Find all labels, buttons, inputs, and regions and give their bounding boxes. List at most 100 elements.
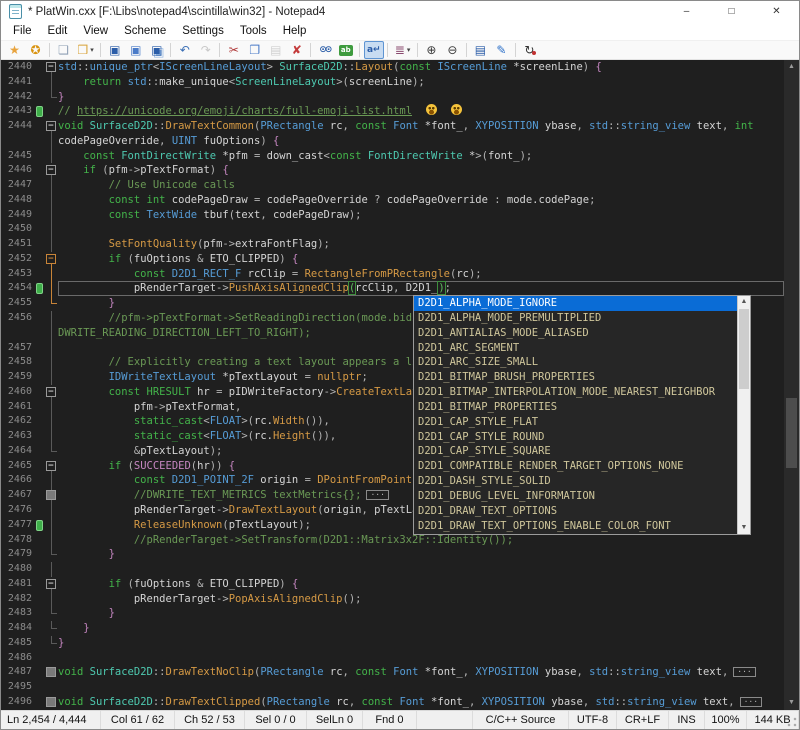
fold-margin[interactable] — [45, 311, 58, 326]
line-number[interactable]: 2459 — [1, 370, 35, 385]
bookmark-margin[interactable] — [35, 90, 45, 105]
autocomplete-item[interactable]: D2D1_ARC_SEGMENT — [414, 341, 737, 356]
bookmark-margin[interactable] — [35, 296, 45, 311]
fold-collapse-icon[interactable]: − — [46, 121, 56, 131]
zoom-out-button[interactable]: ⊖ — [442, 41, 462, 59]
add-favorite-button[interactable]: ★ — [5, 41, 25, 59]
menu-edit[interactable]: Edit — [40, 22, 76, 41]
bookmark-margin[interactable] — [35, 518, 45, 533]
code-line-2447[interactable]: 2447 // Use Unicode calls — [1, 178, 784, 193]
line-number[interactable]: 2454 — [1, 281, 35, 296]
bookmark-margin[interactable] — [35, 237, 45, 252]
bookmark-margin[interactable] — [35, 621, 45, 636]
code-line-2443[interactable]: 2443// https://unicode.org/emoji/charts/… — [1, 104, 784, 119]
menu-view[interactable]: View — [75, 22, 116, 41]
bookmark-margin[interactable] — [35, 281, 45, 296]
fold-margin[interactable] — [45, 178, 58, 193]
fold-margin[interactable] — [45, 488, 58, 503]
line-number[interactable]: 2441 — [1, 75, 35, 90]
bookmark-margin[interactable] — [35, 355, 45, 370]
menu-tools[interactable]: Tools — [232, 22, 275, 41]
zoom-in-button[interactable]: ⊕ — [421, 41, 441, 59]
fold-collapse-icon[interactable]: − — [46, 461, 56, 471]
scroll-down-arrow-icon[interactable]: ▼ — [784, 696, 799, 710]
status-zoom[interactable]: 100% — [705, 711, 747, 729]
paste-button[interactable]: ▤ — [266, 41, 286, 59]
code-line-2486[interactable]: 2486 — [1, 651, 784, 666]
bookmark-margin[interactable] — [35, 488, 45, 503]
undo-button[interactable]: ↶ — [175, 41, 195, 59]
bookmark-margin[interactable] — [35, 267, 45, 282]
line-number[interactable]: 2452 — [1, 252, 35, 267]
code-line-2449[interactable]: 2449 const TextWide tbuf(text, codePageD… — [1, 208, 784, 223]
autocomplete-item[interactable]: D2D1_BITMAP_INTERPOLATION_MODE_NEAREST_N… — [414, 385, 737, 400]
save-button[interactable]: ▣ — [105, 41, 125, 59]
fold-margin[interactable]: − — [45, 385, 58, 400]
code-line-2481[interactable]: 2481− if (fuOptions & ETO_CLIPPED) { — [1, 577, 784, 592]
fold-margin[interactable] — [45, 90, 58, 105]
line-number[interactable]: 2456 — [1, 311, 35, 326]
code-line-wrap[interactable]: codePageOverride, UINT fuOptions) { — [1, 134, 784, 149]
fold-margin[interactable] — [45, 355, 58, 370]
line-number[interactable] — [1, 326, 35, 341]
line-number[interactable]: 2478 — [1, 533, 35, 548]
status-eol-mode[interactable]: CR+LF — [617, 711, 669, 729]
bookmark-margin[interactable] — [35, 562, 45, 577]
find-button[interactable]: ⊙⊙ — [315, 41, 335, 59]
fold-margin[interactable] — [45, 193, 58, 208]
delete-button[interactable]: ✘ — [287, 41, 307, 59]
fold-margin[interactable] — [45, 267, 58, 282]
fold-margin[interactable] — [45, 237, 58, 252]
bookmark-margin[interactable] — [35, 370, 45, 385]
code-line-2495[interactable]: 2495 — [1, 680, 784, 695]
fold-margin[interactable] — [45, 503, 58, 518]
line-number[interactable]: 2482 — [1, 592, 35, 607]
fold-collapsed-icon[interactable] — [46, 490, 56, 500]
autocomplete-item[interactable]: D2D1_CAP_STYLE_FLAT — [414, 415, 737, 430]
line-number[interactable]: 2453 — [1, 267, 35, 282]
bookmark-margin[interactable] — [35, 326, 45, 341]
minimize-button[interactable]: – — [664, 1, 709, 22]
status-scheme[interactable]: C/C++ Source — [473, 711, 569, 729]
bookmark-margin[interactable] — [35, 104, 45, 119]
code-line-2480[interactable]: 2480 — [1, 562, 784, 577]
bookmark-margin[interactable] — [35, 444, 45, 459]
fold-margin[interactable] — [45, 562, 58, 577]
bookmark-margin[interactable] — [35, 311, 45, 326]
line-number[interactable]: 2495 — [1, 680, 35, 695]
scrollbar-thumb[interactable] — [786, 398, 797, 468]
line-number[interactable]: 2458 — [1, 355, 35, 370]
fold-margin[interactable] — [45, 104, 58, 119]
bookmark-margin[interactable] — [35, 414, 45, 429]
autocomplete-item[interactable]: D2D1_DRAW_TEXT_OPTIONS_ENABLE_COLOR_FONT — [414, 519, 737, 534]
code-line-2446[interactable]: 2446− if (pfm->pTextFormat) { — [1, 163, 784, 178]
line-number[interactable]: 2466 — [1, 473, 35, 488]
autocomplete-item[interactable]: D2D1_DASH_STYLE_SOLID — [414, 474, 737, 489]
code-line-2452[interactable]: 2452− if (fuOptions & ETO_CLIPPED) { — [1, 252, 784, 267]
code-line-2487[interactable]: 2487void SurfaceD2D::DrawTextNoClip(PRec… — [1, 665, 784, 680]
line-number[interactable]: 2484 — [1, 621, 35, 636]
maximize-button[interactable]: □ — [709, 1, 754, 22]
code-line-2451[interactable]: 2451 SetFontQuality(pfm->extraFontFlag); — [1, 237, 784, 252]
bookmark-margin[interactable] — [35, 163, 45, 178]
line-number[interactable]: 2479 — [1, 547, 35, 562]
fold-collapse-icon[interactable]: − — [46, 62, 56, 72]
fold-margin[interactable] — [45, 695, 58, 710]
line-number[interactable]: 2455 — [1, 296, 35, 311]
fold-ellipsis-box[interactable]: ··· — [366, 490, 388, 500]
fold-margin[interactable] — [45, 208, 58, 223]
fold-margin[interactable] — [45, 680, 58, 695]
autocomplete-item[interactable]: D2D1_ANTIALIAS_MODE_ALIASED — [414, 326, 737, 341]
line-number[interactable]: 2460 — [1, 385, 35, 400]
status-column[interactable]: Col 61 / 62 — [101, 711, 175, 729]
fold-margin[interactable] — [45, 370, 58, 385]
fold-margin[interactable]: − — [45, 119, 58, 134]
fold-margin[interactable] — [45, 665, 58, 680]
bookmark-margin[interactable] — [35, 119, 45, 134]
fold-margin[interactable] — [45, 651, 58, 666]
fold-margin[interactable]: − — [45, 252, 58, 267]
fold-margin[interactable] — [45, 414, 58, 429]
fold-margin[interactable] — [45, 636, 58, 651]
line-number[interactable]: 2462 — [1, 414, 35, 429]
fold-margin[interactable]: − — [45, 577, 58, 592]
